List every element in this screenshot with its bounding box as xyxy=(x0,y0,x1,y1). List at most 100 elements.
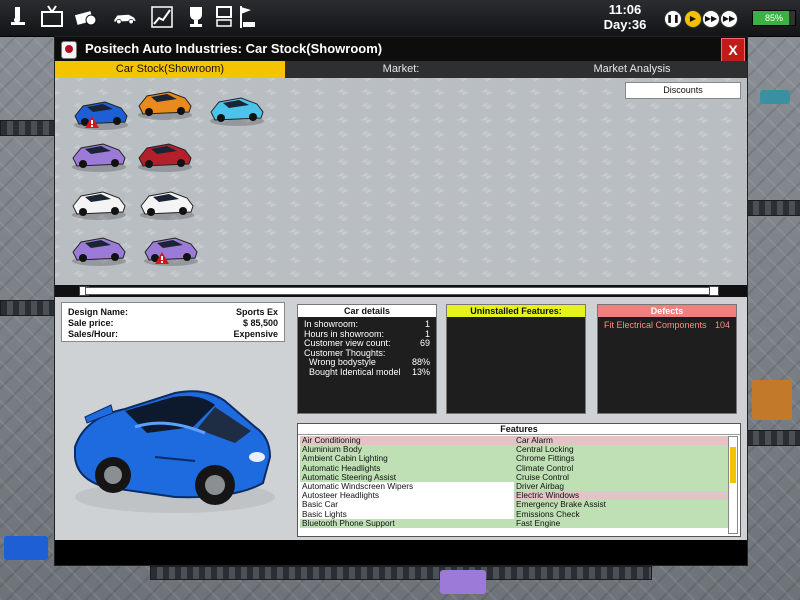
feature-item[interactable]: Chrome Fittings xyxy=(514,454,728,464)
pause-button[interactable]: ❚❚ xyxy=(664,10,682,28)
fastest-button[interactable]: ▶▶ xyxy=(720,10,738,28)
showroom-car[interactable] xyxy=(135,134,195,174)
money-icon[interactable] xyxy=(72,4,100,32)
showroom-car[interactable] xyxy=(141,228,201,268)
dialog-footer xyxy=(55,540,747,565)
design-name-value: Sports Ex xyxy=(235,307,278,317)
tab-car-stock[interactable]: Car Stock(Showroom) xyxy=(55,61,285,78)
feature-item[interactable]: Aluminium Body xyxy=(300,445,514,455)
car-detail-value: 13% xyxy=(411,366,430,377)
feature-item[interactable]: Car Alarm xyxy=(514,436,728,446)
showroom-scrollbar[interactable] xyxy=(55,285,747,297)
car-stock-dialog: Positech Auto Industries: Car Stock(Show… xyxy=(54,36,748,566)
game-clock: 11:06 Day:36 xyxy=(598,2,652,34)
feature-item[interactable]: Electric Windows xyxy=(514,491,728,501)
car-icon[interactable] xyxy=(108,4,142,32)
feature-item[interactable]: Basic Car xyxy=(300,500,514,510)
tab-market[interactable]: Market: xyxy=(285,61,517,78)
defect-row[interactable]: Fit Electrical Components 104 xyxy=(604,320,730,330)
conveyor-belt xyxy=(0,120,56,136)
car-detail-value: 69 xyxy=(419,338,430,348)
warning-icon xyxy=(85,116,99,128)
features-title: Features xyxy=(298,424,740,435)
feature-row: Bluetooth Phone Support Fast Engine xyxy=(300,518,728,528)
feature-item[interactable]: Emergency Brake Assist xyxy=(514,500,728,510)
feature-item[interactable]: Automatic Headlights xyxy=(300,463,514,473)
showroom-car[interactable] xyxy=(69,182,129,222)
background-car xyxy=(4,536,48,560)
design-name-label: Design Name: xyxy=(68,307,129,317)
feature-item[interactable]: Emissions Check xyxy=(514,509,728,519)
chart-icon[interactable] xyxy=(148,4,176,32)
feature-row: Automatic Steering Assist Cruise Control xyxy=(300,472,728,482)
play-button[interactable]: ▶ xyxy=(684,10,702,28)
top-toolbar: 11:06 Day:36 ❚❚ ▶ ▶▶ ▶▶ 85% xyxy=(0,0,800,37)
dialog-title: Positech Auto Industries: Car Stock(Show… xyxy=(85,41,383,56)
sale-price-label: Sale price: xyxy=(68,318,114,328)
fast-forward-button[interactable]: ▶▶ xyxy=(702,10,720,28)
progress-label: 85% xyxy=(764,13,783,23)
design-summary: Design Name: Sports Ex Sale price: $ 85,… xyxy=(61,302,285,342)
features-scrollbar[interactable] xyxy=(728,436,738,534)
feature-row: Basic Lights Emissions Check xyxy=(300,509,728,519)
defects-list: Fit Electrical Components 104 xyxy=(598,317,736,333)
showroom-car[interactable] xyxy=(135,82,195,122)
features-panel: Features Air Conditioning Car Alarm Alumin… xyxy=(297,423,741,537)
feature-row: Autosteer Headlights Electric Windows xyxy=(300,491,728,501)
car-info-area: Design Name: Sports Ex Sale price: $ 85,… xyxy=(55,297,747,540)
feature-item[interactable]: Air Conditioning xyxy=(300,436,514,446)
trophy-icon[interactable] xyxy=(182,4,210,32)
feature-item[interactable]: Driver Airbag xyxy=(514,481,728,492)
conveyor-belt xyxy=(746,430,800,446)
sales-hour-label: Sales/Hour: xyxy=(68,329,119,339)
feature-item[interactable]: Central Locking xyxy=(514,445,728,455)
feature-row: Automatic Headlights Climate Control xyxy=(300,463,728,473)
research-icon[interactable] xyxy=(4,4,32,32)
feature-item[interactable]: Basic Lights xyxy=(300,509,514,519)
clock-time: 11:06 xyxy=(608,2,642,17)
flag-icon[interactable] xyxy=(232,4,260,32)
feature-row: Basic Car Emergency Brake Assist xyxy=(300,500,728,510)
showroom-car[interactable] xyxy=(69,228,129,268)
uninstalled-features-title: Uninstalled Features: xyxy=(447,305,585,317)
showroom-car[interactable] xyxy=(71,92,131,132)
company-logo-icon xyxy=(61,41,77,59)
feature-item[interactable]: Cruise Control xyxy=(514,472,728,482)
feature-row: Automatic Windscreen Wipers Driver Airbag xyxy=(300,481,728,492)
showroom-car[interactable] xyxy=(207,88,267,128)
car-details-list: In showroom: 1 Hours in showroom: 1 Customer… xyxy=(298,317,436,380)
defect-name: Fit Electrical Components xyxy=(604,320,707,330)
features-list: Air Conditioning Car Alarm Aluminium Body C… xyxy=(300,436,728,528)
feature-item[interactable]: Ambient Cabin Lighting xyxy=(300,454,514,464)
feature-item[interactable]: Autosteer Headlights xyxy=(300,491,514,501)
scroll-right-arrow[interactable] xyxy=(709,286,719,296)
defects-title: Defects xyxy=(598,305,736,317)
tv-icon[interactable] xyxy=(38,4,66,32)
scroll-thumb[interactable] xyxy=(85,287,711,295)
discounts-button[interactable]: Discounts xyxy=(625,82,741,99)
car-details-panel: Car details In showroom: 1 Hours in showro… xyxy=(297,304,437,414)
background-machine xyxy=(760,90,790,104)
close-button[interactable]: X xyxy=(721,38,745,62)
feature-item[interactable]: Bluetooth Phone Support xyxy=(300,518,514,528)
warning-icon xyxy=(155,252,169,264)
sale-price-value: $ 85,500 xyxy=(242,318,278,328)
sales-hour-value: Expensive xyxy=(233,329,278,339)
feature-item[interactable]: Climate Control xyxy=(514,463,728,473)
feature-row: Aluminium Body Central Locking xyxy=(300,445,728,455)
featured-car-image xyxy=(74,390,275,513)
feature-item[interactable]: Fast Engine xyxy=(514,518,728,528)
feature-item[interactable]: Automatic Steering Assist xyxy=(300,472,514,482)
uninstalled-features-panel: Uninstalled Features: xyxy=(446,304,586,414)
tab-market-analysis[interactable]: Market Analysis xyxy=(517,61,747,78)
car-detail-label: Bought Identical model xyxy=(309,366,401,377)
features-scroll-thumb[interactable] xyxy=(730,447,736,483)
conveyor-belt xyxy=(746,200,800,216)
feature-item[interactable]: Automatic Windscreen Wipers xyxy=(300,481,514,492)
feature-row: Air Conditioning Car Alarm xyxy=(300,436,728,446)
tab-bar: Car Stock(Showroom) Market: Market Analy… xyxy=(55,61,747,78)
showroom-car[interactable] xyxy=(69,134,129,174)
showroom-car[interactable] xyxy=(137,182,197,222)
conveyor-belt xyxy=(150,566,652,580)
progress-bar: 85% xyxy=(752,10,796,26)
